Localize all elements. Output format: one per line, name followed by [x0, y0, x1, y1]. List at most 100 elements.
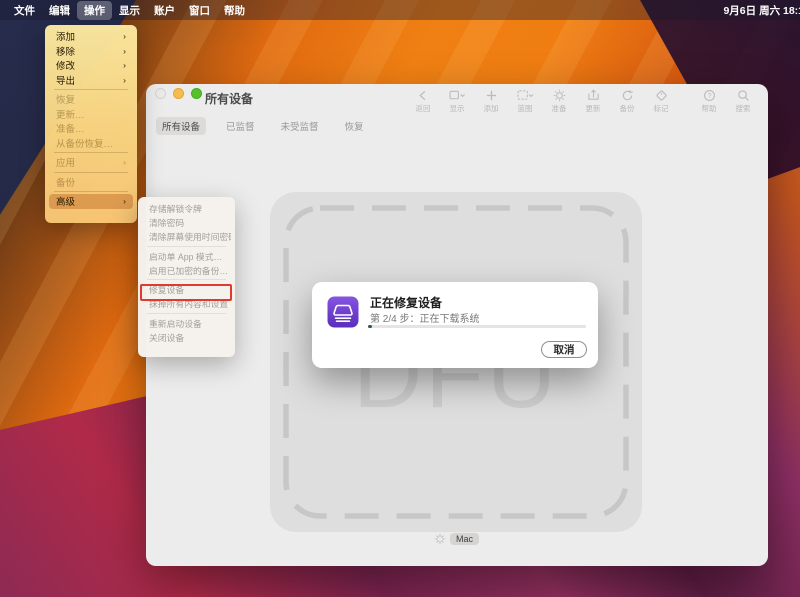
- filter-tabs: 所有设备 已监督 未受监督 恢复: [156, 117, 370, 135]
- menu-item-label: 备份: [56, 175, 75, 189]
- menubar-item-file[interactable]: 文件: [7, 1, 42, 20]
- menubar-clock[interactable]: 9月6日 周六 18:1: [723, 0, 800, 20]
- menu-item-label: 导出: [56, 73, 75, 87]
- menubar-item-account[interactable]: 账户: [147, 1, 182, 20]
- window-toolbar: 返回 显示 添加 蓝图 准备 更新: [406, 87, 760, 114]
- blueprint-icon: [517, 89, 534, 102]
- search-icon: [737, 89, 750, 102]
- blueprints-button[interactable]: 蓝图: [508, 87, 542, 114]
- menu-item-remove[interactable]: 移除›: [49, 44, 133, 59]
- submenu-item-clear-passcode[interactable]: 清除密码: [142, 216, 231, 230]
- close-window-button[interactable]: [155, 88, 166, 99]
- search-button[interactable]: 搜索: [726, 87, 760, 114]
- view-grid-icon: [449, 89, 466, 102]
- toolbar-label: 准备: [552, 103, 567, 114]
- menubar-item-edit[interactable]: 编辑: [42, 1, 77, 20]
- cancel-button[interactable]: 取消: [541, 341, 587, 358]
- progress-fill: [368, 325, 372, 328]
- tab-recovery[interactable]: 恢复: [339, 117, 370, 135]
- menu-item-add[interactable]: 添加 ›: [49, 29, 133, 44]
- view-button[interactable]: 显示: [440, 87, 474, 114]
- menu-separator: [147, 246, 226, 247]
- plus-icon: [485, 89, 498, 102]
- submenu-arrow-icon: ›: [123, 157, 126, 167]
- submenu-item-shutdown-device[interactable]: 关闭设备: [142, 330, 231, 344]
- submenu-item-single-app-mode[interactable]: 启动单 App 模式…: [142, 249, 231, 263]
- menu-separator: [147, 313, 226, 314]
- menu-item-advanced[interactable]: 高级 ›: [49, 194, 133, 209]
- menu-item-apply: 应用›: [49, 155, 133, 170]
- submenu-arrow-icon: ›: [123, 75, 126, 85]
- backup-button[interactable]: 备份: [610, 87, 644, 114]
- submenu-item-restart-device[interactable]: 重新启动设备: [142, 317, 231, 331]
- submenu-item-revive-device[interactable]: 修复设备: [142, 283, 231, 297]
- menu-item-label: 高级: [56, 194, 75, 208]
- toolbar-label: 标记: [654, 103, 669, 114]
- minimize-window-button[interactable]: [173, 88, 184, 99]
- toolbar-label: 蓝图: [518, 103, 533, 114]
- menu-item-label: 更新…: [56, 107, 85, 121]
- help-button[interactable]: ? 帮助: [692, 87, 726, 114]
- menu-separator: [54, 172, 128, 173]
- submenu-item-clear-screentime-passcode[interactable]: 清除屏幕使用时间密码: [142, 230, 231, 244]
- actions-menu: 添加› 移除› 修改› 导出› 恢复 更新… 准备… 从备份恢复… 应用› 备份…: [45, 25, 137, 223]
- desktop: 文件 编辑 操作 显示 账户 窗口 帮助 9月6日 周六 18:1 所有设备 返…: [0, 0, 800, 597]
- configurator-app-icon: [327, 296, 359, 328]
- menu-item-modify[interactable]: 修改 ›: [49, 58, 133, 73]
- svg-text:?: ?: [707, 93, 711, 100]
- prepare-button[interactable]: 准备: [542, 87, 576, 114]
- menu-separator: [54, 152, 128, 153]
- menubar-item-window[interactable]: 窗口: [182, 1, 217, 20]
- zoom-window-button[interactable]: [191, 88, 202, 99]
- tab-unsupervised[interactable]: 未受监督: [275, 117, 325, 135]
- backup-circle-icon: [621, 89, 634, 102]
- menu-separator: [54, 191, 128, 192]
- submenu-arrow-icon: ›: [123, 196, 126, 206]
- menu-item-label: 修改: [56, 58, 75, 72]
- submenu-arrow-icon: ›: [123, 46, 126, 56]
- gear-icon: [553, 89, 566, 102]
- menu-separator: [54, 89, 128, 90]
- traffic-lights: [155, 88, 202, 99]
- menu-item-label: 从备份恢复…: [56, 136, 113, 150]
- submenu-item-erase-all-content[interactable]: 抹掉所有内容和设置: [142, 297, 231, 311]
- tag-icon: [655, 89, 668, 102]
- menubar-item-help[interactable]: 帮助: [217, 1, 252, 20]
- submenu-item-encrypted-backups[interactable]: 启用已加密的备份…: [142, 263, 231, 277]
- submenu-arrow-icon: ›: [123, 31, 126, 41]
- toolbar-label: 添加: [484, 103, 499, 114]
- dialog-step-text: 第 2/4 步：正在下载系统: [370, 310, 479, 325]
- menu-item-export[interactable]: 导出 ›: [49, 73, 133, 88]
- toolbar-label: 备份: [620, 103, 635, 114]
- device-chip-row: Mac: [146, 533, 768, 545]
- update-arrow-icon: [587, 89, 600, 102]
- dialog-title: 正在修复设备: [370, 294, 442, 311]
- tab-supervised[interactable]: 已监督: [220, 117, 261, 135]
- add-button[interactable]: 添加: [474, 87, 508, 114]
- repair-dialog: 正在修复设备 第 2/4 步：正在下载系统 取消: [312, 282, 598, 368]
- advanced-submenu: 存储解锁令牌 清除密码 清除屏幕使用时间密码 启动单 App 模式… 启用已加密…: [138, 197, 235, 357]
- tag-button[interactable]: 标记: [644, 87, 678, 114]
- toolbar-label: 更新: [586, 103, 601, 114]
- toolbar-label: 返回: [416, 103, 431, 114]
- menu-item-prepare: 准备…: [49, 121, 133, 136]
- menu-separator: [147, 279, 226, 280]
- window-title: 所有设备: [205, 90, 253, 107]
- toolbar-label: 搜索: [736, 103, 751, 114]
- tab-all-devices[interactable]: 所有设备: [156, 117, 206, 135]
- device-name-chip[interactable]: Mac: [450, 533, 479, 545]
- submenu-arrow-icon: ›: [123, 60, 126, 70]
- menu-item-label: 准备…: [56, 121, 85, 135]
- progress-bar: [368, 325, 586, 328]
- back-button[interactable]: 返回: [406, 87, 440, 114]
- chevron-left-icon: [417, 89, 430, 102]
- menu-item-backup: 备份: [49, 175, 133, 190]
- menu-item-label: 添加: [56, 29, 75, 43]
- menubar-item-actions[interactable]: 操作: [77, 1, 112, 20]
- update-button[interactable]: 更新: [576, 87, 610, 114]
- menu-bar: 文件 编辑 操作 显示 账户 窗口 帮助 9月6日 周六 18:1: [0, 0, 800, 20]
- menubar-item-view[interactable]: 显示: [112, 1, 147, 20]
- busy-spinner-icon: [435, 534, 445, 544]
- submenu-item-store-unlock-token[interactable]: 存储解锁令牌: [142, 202, 231, 216]
- toolbar-label: 显示: [450, 103, 465, 114]
